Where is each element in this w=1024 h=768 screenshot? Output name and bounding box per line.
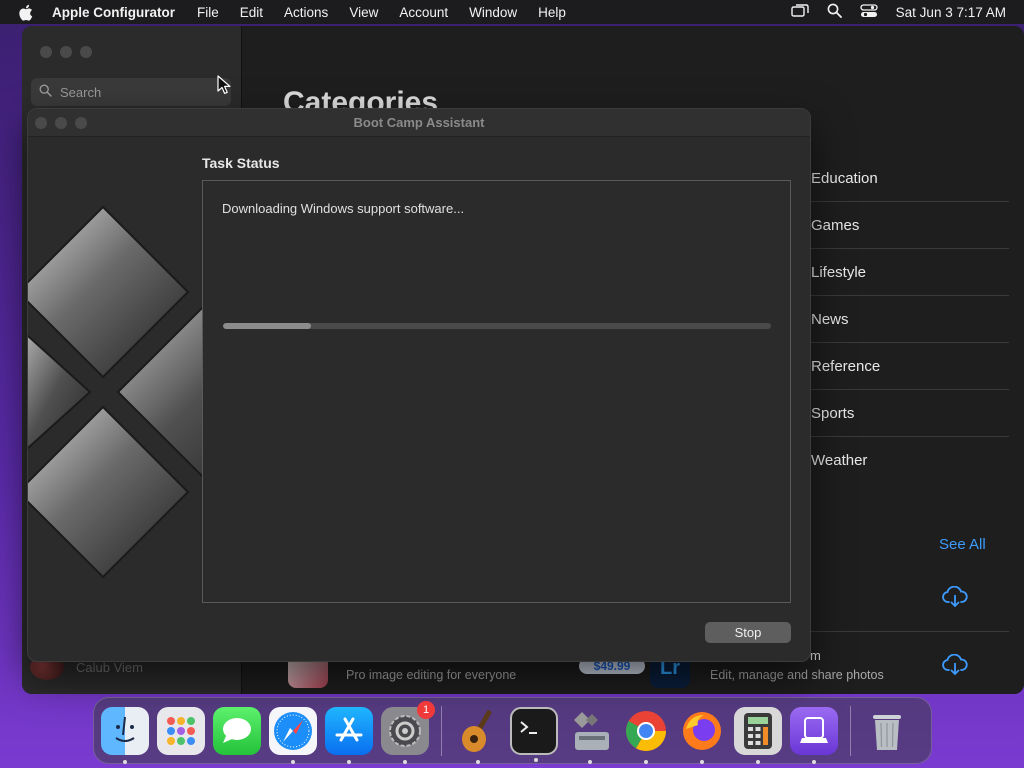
app-subtitle: Edit, manage and share photos: [710, 668, 884, 682]
search-placeholder: Search: [60, 84, 102, 100]
firefox-icon[interactable]: [678, 707, 726, 764]
category-reference[interactable]: Reference: [809, 343, 1009, 390]
download-progress-bar: [223, 323, 771, 329]
category-list: Education Games Lifestyle News Reference…: [809, 155, 1009, 484]
menu-account[interactable]: Account: [399, 5, 448, 20]
notification-badge: 1: [417, 700, 435, 719]
dock-separator: [850, 705, 851, 756]
minimize-window-button[interactable]: [60, 46, 72, 58]
safari-icon[interactable]: [269, 706, 317, 764]
progress-fill: [223, 323, 311, 329]
menu-bar: Apple Configurator File Edit Actions Vie…: [0, 0, 1024, 24]
control-center-icon[interactable]: [860, 3, 878, 21]
boot-camp-assistant-window: Boot Camp Assistant Task Status Download…: [27, 108, 811, 662]
category-sports[interactable]: Sports: [809, 390, 1009, 437]
divider: [809, 631, 1009, 632]
zoom-window-button[interactable]: [75, 117, 87, 129]
apple-configurator-icon[interactable]: [790, 706, 838, 764]
system-settings-icon[interactable]: 1: [381, 700, 435, 764]
launchpad-icon[interactable]: [157, 706, 205, 755]
app-title: m: [810, 648, 821, 663]
close-window-button[interactable]: [40, 46, 52, 58]
minimize-window-button[interactable]: [55, 117, 67, 129]
category-lifestyle[interactable]: Lifestyle: [809, 249, 1009, 296]
category-news[interactable]: News: [809, 296, 1009, 343]
calculator-icon[interactable]: [734, 706, 782, 764]
apple-menu-icon[interactable]: [18, 4, 38, 21]
category-weather[interactable]: Weather: [809, 437, 1009, 484]
app-subtitle: Pro image editing for everyone: [346, 668, 517, 682]
menu-app-name[interactable]: Apple Configurator: [52, 5, 175, 20]
spotlight-search-icon[interactable]: [827, 3, 842, 21]
terminal-icon[interactable]: [510, 706, 558, 762]
messages-icon[interactable]: [213, 706, 261, 755]
boot-camp-assistant-icon[interactable]: [566, 707, 614, 764]
chrome-icon[interactable]: [622, 707, 670, 764]
screen-mirroring-icon[interactable]: [790, 3, 809, 21]
configurator-window-controls: [40, 46, 92, 58]
menu-actions[interactable]: Actions: [284, 5, 328, 20]
cloud-download-icon[interactable]: [942, 653, 968, 676]
search-icon: [39, 84, 52, 100]
search-input[interactable]: Search: [31, 78, 231, 106]
dock: 1: [93, 697, 932, 764]
finder-icon[interactable]: [101, 706, 149, 764]
mouse-pointer-icon: [217, 75, 231, 95]
menu-view[interactable]: View: [349, 5, 378, 20]
menu-help[interactable]: Help: [538, 5, 566, 20]
title-bar: Boot Camp Assistant: [28, 109, 810, 137]
see-all-link[interactable]: See All: [939, 536, 986, 553]
garageband-icon[interactable]: [454, 707, 502, 764]
dock-separator: [441, 705, 442, 756]
menu-edit[interactable]: Edit: [240, 5, 263, 20]
bootcamp-window-controls: [35, 117, 87, 129]
category-games[interactable]: Games: [809, 202, 1009, 249]
menu-clock[interactable]: Sat Jun 3 7:17 AM: [896, 5, 1006, 20]
stop-button[interactable]: Stop: [705, 622, 791, 643]
zoom-window-button[interactable]: [80, 46, 92, 58]
trash-icon[interactable]: [863, 707, 911, 755]
close-window-button[interactable]: [35, 117, 47, 129]
menu-file[interactable]: File: [197, 5, 219, 20]
task-status-panel: Downloading Windows support software...: [202, 180, 791, 603]
category-education[interactable]: Education: [809, 155, 1009, 202]
app-store-icon[interactable]: [325, 706, 373, 764]
section-title: Task Status: [202, 155, 280, 171]
status-text: Downloading Windows support software...: [222, 201, 465, 216]
cloud-download-icon[interactable]: [942, 585, 968, 608]
menu-window[interactable]: Window: [469, 5, 517, 20]
window-title: Boot Camp Assistant: [353, 115, 485, 130]
